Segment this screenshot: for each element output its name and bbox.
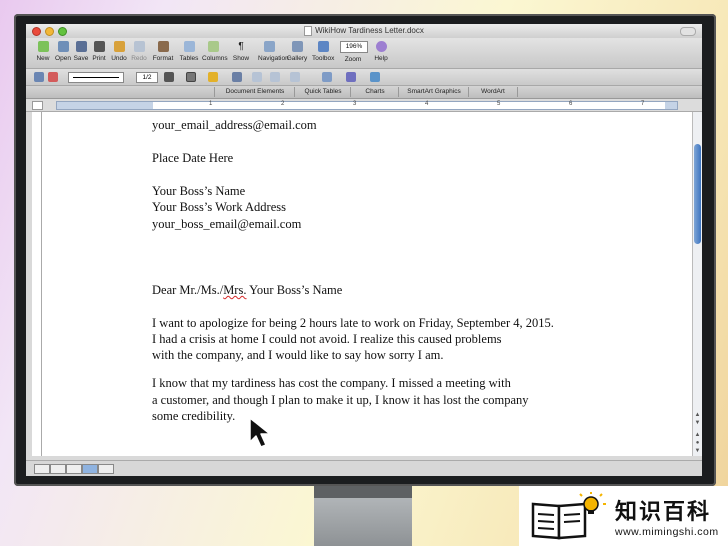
- previous-page-icon[interactable]: ▲: [694, 432, 701, 438]
- tab-selector[interactable]: [32, 101, 43, 110]
- document-icon: [304, 25, 313, 36]
- focus-view-button[interactable]: [98, 464, 114, 474]
- ruler-label: 2: [281, 101, 285, 107]
- boss-address-line: Your Boss’s Work Address: [152, 200, 286, 214]
- align-icon[interactable]: [322, 72, 332, 82]
- print-button[interactable]: Print: [88, 41, 110, 62]
- mouse-pointer-icon: [249, 417, 271, 448]
- tab-wordart[interactable]: WordArt: [468, 87, 518, 97]
- ruler-label: 5: [497, 101, 501, 107]
- pilcrow-icon: ¶: [238, 41, 244, 52]
- boss-name-line: Your Boss’s Name: [152, 184, 246, 198]
- date-line: Place Date Here: [152, 151, 234, 165]
- ruler-text-area: [153, 102, 665, 109]
- insert-row-icon[interactable]: [252, 72, 262, 82]
- scroll-thumb[interactable]: [694, 144, 701, 244]
- horizontal-ruler-row: 1 2 3 4 5 6 7: [26, 99, 702, 112]
- vertical-scrollbar[interactable]: ▲ ▼ ▲ ● ▼: [692, 112, 702, 456]
- pen-color-icon[interactable]: [164, 72, 174, 82]
- outline-view-button[interactable]: [50, 464, 66, 474]
- border-icon[interactable]: [186, 72, 196, 82]
- gallery-button[interactable]: Gallery: [286, 41, 308, 62]
- ruler-label: 4: [425, 101, 429, 107]
- style-icon[interactable]: [34, 72, 44, 82]
- monitor-stand: [314, 486, 412, 546]
- scroll-down-arrow-icon[interactable]: ▼: [694, 420, 701, 426]
- redo-button[interactable]: Redo: [128, 41, 150, 62]
- ribbon-tab-bar: Document Elements Quick Tables Charts Sm…: [26, 86, 702, 99]
- table-grid-icon[interactable]: [232, 72, 242, 82]
- sender-email-line: your_email_address@email.com: [152, 118, 317, 132]
- logo-url: www.mimingshi.com: [615, 526, 719, 538]
- tab-quick-tables[interactable]: Quick Tables: [294, 87, 351, 97]
- minimize-window-button[interactable]: [45, 27, 54, 36]
- sort-icon[interactable]: [346, 72, 356, 82]
- status-bar: [26, 460, 702, 476]
- toolbar-toggle-button[interactable]: [680, 27, 696, 36]
- next-page-icon[interactable]: ▼: [694, 448, 701, 454]
- paragraph-2-line-1: I know that my tardiness has cost the co…: [152, 376, 511, 390]
- formatting-toolbar: 1/2: [26, 69, 702, 86]
- help-button[interactable]: Help: [370, 41, 392, 62]
- salutation-end: Your Boss’s Name: [246, 283, 343, 297]
- line-weight-select[interactable]: 1/2: [136, 72, 158, 83]
- zoom-window-button[interactable]: [58, 27, 67, 36]
- zoom-label: Zoom: [344, 56, 362, 63]
- publishing-view-button[interactable]: [66, 464, 82, 474]
- vertical-ruler[interactable]: [32, 112, 42, 456]
- word-window: WikiHow Tardiness Letter.docx New Open S…: [26, 24, 702, 476]
- navigation-button[interactable]: Navigation: [258, 41, 289, 62]
- salutation-line: Dear Mr./Ms./Mrs. Your Boss’s Name: [152, 283, 342, 298]
- paragraph-1-line-1: I want to apologize for being 2 hours la…: [152, 316, 554, 330]
- undo-button[interactable]: Undo: [108, 41, 130, 62]
- autosum-icon[interactable]: [370, 72, 380, 82]
- browse-object-icon[interactable]: ●: [694, 440, 701, 446]
- tab-document-elements[interactable]: Document Elements: [214, 87, 295, 97]
- print-layout-view-button[interactable]: [82, 464, 98, 474]
- tab-charts[interactable]: Charts: [350, 87, 399, 97]
- ruler-label: 6: [569, 101, 573, 107]
- paragraph-1-line-2: I had a crisis at home I could not avoid…: [152, 332, 502, 346]
- close-window-button[interactable]: [32, 27, 41, 36]
- ruler-label: 3: [353, 101, 357, 107]
- show-button[interactable]: ¶ Show: [230, 41, 252, 62]
- tables-button[interactable]: Tables: [178, 41, 200, 62]
- window-controls: [32, 27, 67, 36]
- eraser-icon[interactable]: [48, 72, 58, 82]
- toolbox-button[interactable]: Toolbox: [312, 41, 334, 62]
- book-lightbulb-icon: [531, 492, 606, 540]
- zoom-select[interactable]: 196%: [340, 41, 368, 53]
- logo-title: 知识百科: [615, 500, 712, 525]
- paragraph-1-line-3: with the company, and I would like to sa…: [152, 348, 444, 362]
- ruler-label: 1: [209, 101, 213, 107]
- format-button[interactable]: Format: [152, 41, 174, 62]
- horizontal-ruler[interactable]: 1 2 3 4 5 6 7: [56, 101, 678, 110]
- standard-toolbar: New Open Save Print Undo Redo Format Tab…: [26, 38, 702, 69]
- paragraph-2-line-2: a customer, and though I plan to make it…: [152, 393, 529, 407]
- ruler-label: 7: [641, 101, 645, 107]
- salutation-start: Dear Mr./Ms./: [152, 283, 224, 297]
- paragraph-2-line-3: some credibility.: [152, 409, 236, 423]
- shading-icon[interactable]: [208, 72, 218, 82]
- window-title: WikiHow Tardiness Letter.docx: [315, 26, 424, 35]
- watermark-logo: 知识百科 www.mimingshi.com: [519, 486, 728, 546]
- boss-email-line: your_boss_email@email.com: [152, 217, 302, 231]
- merge-cells-icon[interactable]: [290, 72, 300, 82]
- line-style-select[interactable]: [68, 72, 124, 83]
- columns-button[interactable]: Columns: [202, 41, 228, 62]
- tab-smartart-graphics[interactable]: SmartArt Graphics: [398, 87, 469, 97]
- draft-view-button[interactable]: [34, 464, 50, 474]
- insert-column-icon[interactable]: [270, 72, 280, 82]
- title-bar: WikiHow Tardiness Letter.docx: [26, 24, 702, 38]
- scroll-up-arrow-icon[interactable]: ▲: [694, 412, 701, 418]
- misspelled-word[interactable]: Mrs.: [223, 283, 246, 297]
- new-button[interactable]: New: [32, 41, 54, 62]
